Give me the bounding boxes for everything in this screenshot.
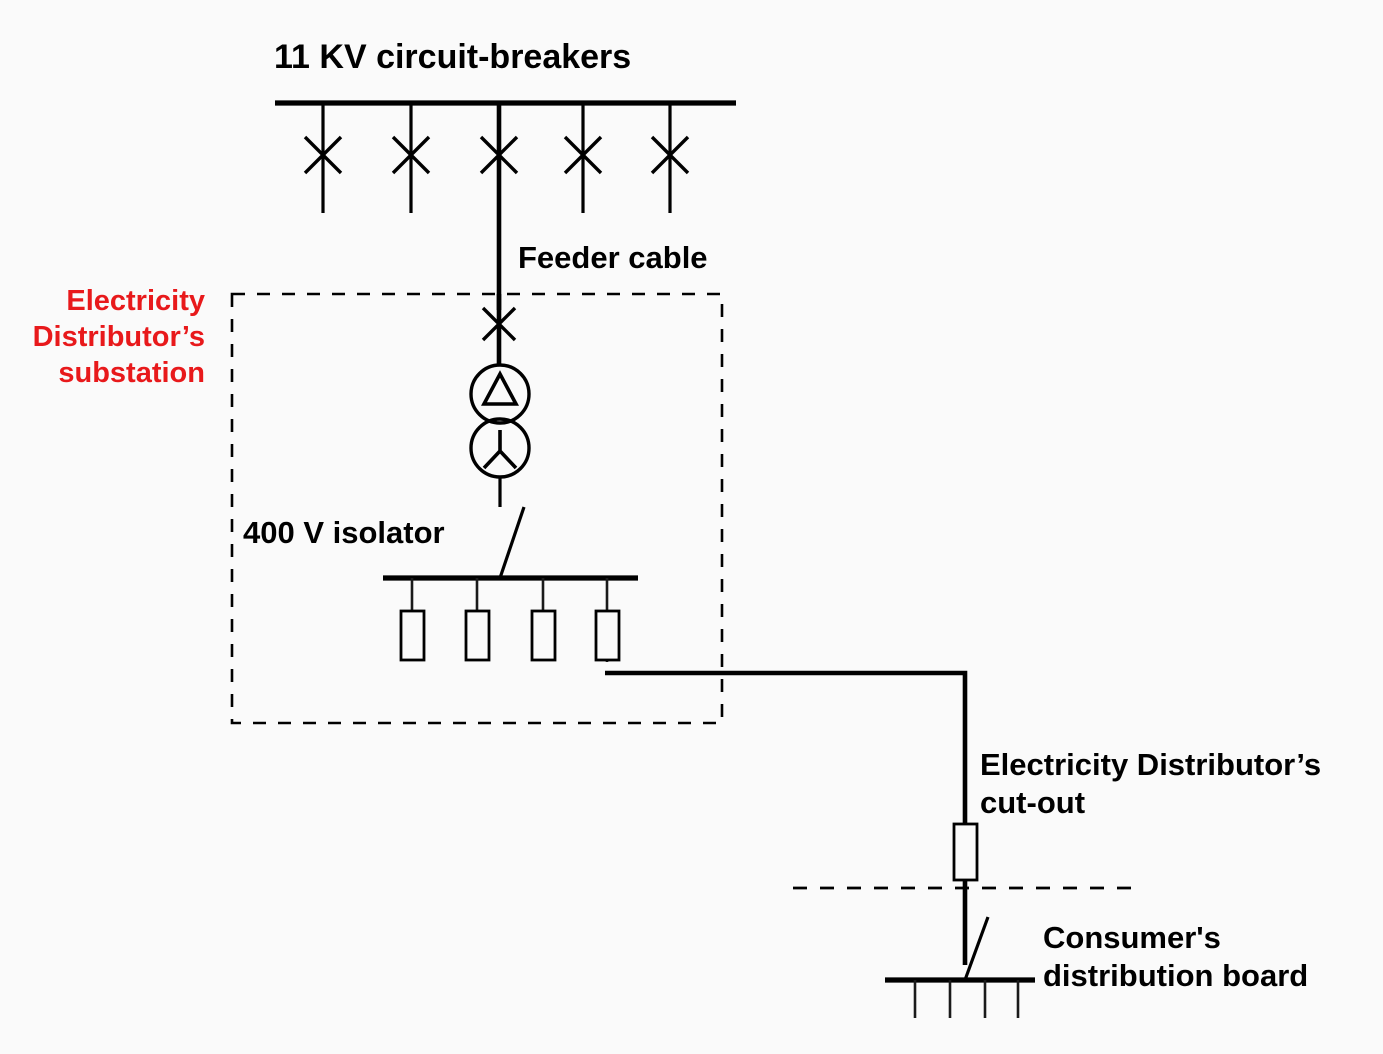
main-switch-blade — [963, 916, 990, 981]
consumer-label-line2: distribution board — [1043, 958, 1308, 993]
circuit-breaker-3 — [479, 103, 519, 213]
wye-winding-icon — [482, 430, 518, 470]
hv-breakers-label: 11 KV circuit-breakers — [274, 38, 631, 76]
fuse-4-body — [594, 609, 621, 662]
distributor-cutout-fuse — [952, 822, 979, 882]
hv-busbar-group — [275, 100, 736, 213]
service-cable — [605, 670, 968, 965]
substation-label-line3: substation — [58, 357, 205, 389]
delta-winding-icon — [481, 370, 519, 406]
isolator-blade — [498, 506, 526, 579]
diagram-canvas: 11 KV circuit-breakers Feeder cable Elec… — [0, 0, 1383, 1054]
fuse-1-body — [399, 609, 426, 662]
substation-label-line2: Distributor’s — [33, 321, 205, 353]
circuit-breaker-4 — [563, 103, 603, 213]
substation-hv-disconnect — [481, 294, 517, 365]
consumer-distribution-board — [885, 916, 1035, 1018]
lv-isolator-symbol — [498, 506, 526, 579]
cutout-label-line2: cut-out — [980, 785, 1085, 820]
electrical-distribution-schematic: 11 KV circuit-breakers Feeder cable Elec… — [33, 38, 1321, 1018]
lv-fuse-2 — [464, 578, 491, 662]
circuit-breaker-5 — [650, 103, 690, 213]
circuit-breaker-2 — [391, 103, 431, 213]
lv-fuse-4 — [594, 578, 621, 662]
fuse-2-body — [464, 609, 491, 662]
lv-isolator-label: 400 V isolator — [243, 515, 445, 550]
fuse-3-body — [530, 609, 557, 662]
lv-busbar-group — [383, 575, 638, 662]
substation-label-line1: Electricity — [66, 285, 205, 317]
transformer-symbol — [469, 363, 531, 507]
circuit-breaker-1 — [303, 103, 343, 213]
cutout-label-line1: Electricity Distributor’s — [980, 747, 1321, 782]
lv-fuse-1 — [399, 578, 426, 662]
lv-fuse-3 — [530, 578, 557, 662]
feeder-cable-label: Feeder cable — [518, 240, 708, 275]
consumer-label-line1: Consumer's — [1043, 920, 1221, 955]
